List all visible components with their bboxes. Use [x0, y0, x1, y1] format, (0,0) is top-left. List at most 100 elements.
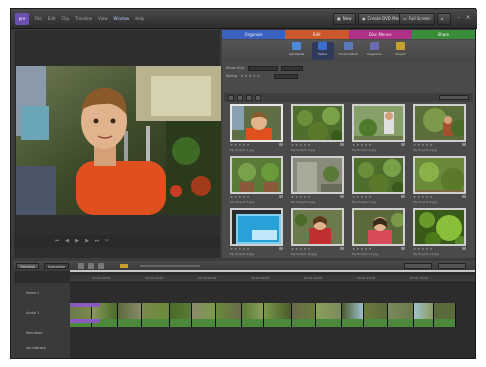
menu-file[interactable]: File	[35, 16, 42, 21]
audio-clip[interactable]	[434, 319, 456, 327]
menu-edit[interactable]: Edit	[48, 16, 56, 21]
thumbnail-image[interactable]	[291, 156, 344, 194]
video-clip[interactable]	[414, 303, 434, 319]
split-clip-icon[interactable]: ✂	[104, 238, 110, 244]
audio-clip[interactable]	[216, 319, 242, 327]
media-type-dropdown[interactable]	[280, 65, 303, 71]
rating-stars[interactable]: ★★★★★	[230, 143, 251, 147]
rating-stars[interactable]: ★★★★★	[352, 195, 373, 199]
show-only-dropdown[interactable]	[247, 65, 278, 71]
audio-track[interactable]	[70, 319, 456, 327]
media-thumbnail[interactable]: ★★★★★ My Project 3.jpg	[352, 104, 406, 154]
video-clip[interactable]	[170, 303, 192, 319]
thumbnail-image[interactable]	[230, 208, 283, 246]
media-thumbnail[interactable]: ★★★★★ My Project 9.jpg	[230, 208, 284, 258]
audio-clip[interactable]	[292, 319, 316, 327]
media-thumbnail[interactable]: ★★★★★ My Project 1.jpg	[230, 104, 284, 154]
video-clip[interactable]	[342, 303, 364, 319]
audio-clip[interactable]	[242, 319, 264, 327]
media-button[interactable]: Media	[311, 42, 334, 60]
rating-filter-stars[interactable]: ★★★★★	[240, 74, 261, 78]
thumbnail-image[interactable]	[230, 104, 283, 142]
get-media-button[interactable]: Get Media	[286, 42, 308, 60]
rating-stars[interactable]: ★★★★★	[291, 195, 312, 199]
video-clip[interactable]	[316, 303, 342, 319]
audio-clip[interactable]	[142, 319, 170, 327]
close-icon[interactable]: ×	[464, 14, 472, 22]
thumbnail-image[interactable]	[291, 208, 344, 246]
timeline-options-dropdown[interactable]	[438, 263, 466, 269]
video-track[interactable]	[70, 303, 456, 319]
audio-mix-icon[interactable]	[98, 263, 104, 269]
rating-stars[interactable]: ★★★★★	[413, 247, 434, 251]
tab-sceneline[interactable]: Sceneline	[44, 263, 69, 269]
project-button[interactable]: Project	[390, 42, 412, 60]
media-thumbnail[interactable]: ★★★★★ My Project 11.jpg	[352, 208, 406, 258]
tab-disc-menus[interactable]: Disc Menus	[348, 30, 412, 39]
audio-clip[interactable]	[264, 319, 292, 327]
full-screen-button[interactable]: ▭ Full Screen	[399, 13, 435, 25]
rating-stars[interactable]: ★★★★★	[230, 247, 251, 251]
zoom-slider[interactable]	[140, 265, 200, 267]
title-clip[interactable]	[70, 303, 100, 307]
tab-share[interactable]: Share	[411, 30, 475, 39]
tab-timeline[interactable]: Timeline	[16, 263, 39, 269]
thumbnail-image[interactable]	[352, 208, 405, 246]
media-thumbnail[interactable]: ★★★★★ My Project 7.jpg	[352, 156, 406, 206]
video-clip[interactable]	[292, 303, 316, 319]
audio-clip[interactable]	[342, 319, 364, 327]
video-clip[interactable]	[364, 303, 388, 319]
new-folder-icon[interactable]	[255, 94, 261, 101]
sort-dropdown[interactable]	[274, 73, 298, 79]
menu-help[interactable]: Help	[135, 16, 144, 21]
audio-clip[interactable]	[192, 319, 216, 327]
video-clip[interactable]	[242, 303, 264, 319]
audio-clip[interactable]	[316, 319, 342, 327]
rating-stars[interactable]: ★★★★★	[230, 195, 251, 199]
render-dropdown[interactable]	[404, 263, 432, 269]
thumbnail-image[interactable]	[352, 104, 405, 142]
track-icon[interactable]	[88, 263, 94, 269]
menu-clip[interactable]: Clip	[61, 16, 69, 21]
rating-stars[interactable]: ★★★★★	[413, 143, 434, 147]
smart-fix-icon[interactable]	[120, 264, 128, 268]
video-clip[interactable]	[192, 303, 216, 319]
tab-edit[interactable]: Edit	[285, 30, 349, 39]
thumbnail-image[interactable]	[413, 156, 466, 194]
menu-timeline[interactable]: Timeline	[75, 16, 92, 21]
delete-icon[interactable]	[246, 94, 252, 101]
go-to-start-icon[interactable]: ⏮	[54, 238, 60, 244]
rating-stars[interactable]: ★★★★★	[291, 143, 312, 147]
rating-stars[interactable]: ★★★★★	[352, 143, 373, 147]
play-icon[interactable]: ▶	[74, 238, 80, 244]
home-button[interactable]: ⌂	[437, 13, 451, 25]
rating-stars[interactable]: ★★★★★	[413, 195, 434, 199]
video-clip[interactable]	[118, 303, 142, 319]
audio-clip[interactable]	[388, 319, 414, 327]
media-thumbnail[interactable]: ★★★★★ My Project 6.jpg	[291, 156, 345, 206]
new-button[interactable]: ▣ New	[333, 13, 356, 25]
menu-window[interactable]: Window	[114, 16, 130, 21]
media-thumbnail[interactable]: ★★★★★ My Project 4.jpg	[413, 104, 467, 154]
time-ruler[interactable]: 00;00;00;00 00;00;16;00 00;00;32;00 00;0…	[70, 275, 475, 283]
thumbnail-image[interactable]	[352, 156, 405, 194]
media-thumbnail[interactable]: ★★★★★ My Project 2.jpg	[291, 104, 345, 154]
audio-clip[interactable]	[414, 319, 434, 327]
audio-title-clip[interactable]	[70, 319, 100, 323]
go-to-end-icon[interactable]: ⏭	[94, 238, 100, 244]
video-clip[interactable]	[388, 303, 414, 319]
media-thumbnail[interactable]: ★★★★★ My Project 5.jpg	[230, 156, 284, 206]
minimize-icon[interactable]: –	[455, 14, 463, 22]
view-options-dropdown[interactable]	[439, 95, 469, 100]
video-clip[interactable]	[434, 303, 456, 319]
thumbnail-view-icon[interactable]	[237, 94, 243, 101]
thumbnail-image[interactable]	[291, 104, 344, 142]
organizer-button[interactable]: Organizer	[364, 42, 386, 60]
media-thumbnail[interactable]: ★★★★★ My Project 10.jpg	[291, 208, 345, 258]
thumbnail-image[interactable]	[413, 104, 466, 142]
step-forward-icon[interactable]: ▶	[84, 238, 90, 244]
audio-clip[interactable]	[118, 319, 142, 327]
video-clip[interactable]	[216, 303, 242, 319]
list-view-icon[interactable]	[228, 94, 234, 101]
media-thumbnail[interactable]: ★★★★★ My Project 8.jpg	[413, 156, 467, 206]
